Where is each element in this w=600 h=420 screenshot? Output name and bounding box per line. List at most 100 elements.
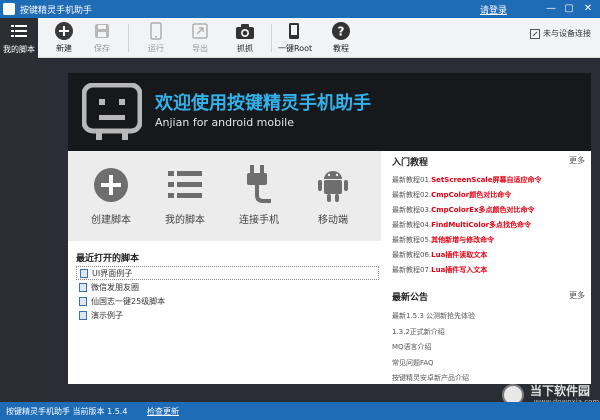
quick-actions: 创建脚本 我的脚本 连接手机 移动端 <box>68 151 381 241</box>
tutorial-prefix: 最新教程07. <box>392 266 432 274</box>
announcement-link[interactable]: 常见问题FAQ <box>392 356 587 372</box>
tutorial-text: SetScreenScale屏幕自适应命令 <box>431 176 542 184</box>
create-script-label: 创建脚本 <box>91 215 131 226</box>
connect-phone-button[interactable]: 连接手机 <box>224 165 294 226</box>
mobile-button[interactable]: 移动端 <box>298 165 368 226</box>
plus-circle-icon <box>94 168 128 202</box>
export-icon <box>192 23 208 39</box>
script-file-icon <box>79 296 87 306</box>
my-scripts-label: 我的脚本 <box>165 215 205 226</box>
list-item-label: 仙国志一键25级脚本 <box>91 296 166 306</box>
banner-subtitle: Anjian for android mobile <box>155 116 294 129</box>
title-bar: 按键精灵手机助手 请登录 — ▢ ✕ <box>0 0 600 18</box>
list-item-label: UI界面例子 <box>92 268 133 278</box>
device-link-icon <box>530 28 540 39</box>
mobile-label: 移动端 <box>318 215 348 226</box>
minimize-button[interactable]: — <box>544 2 558 16</box>
announcement-link[interactable]: 1.3.2正式新介绍 <box>392 325 587 341</box>
capture-button[interactable]: 抓抓 <box>229 22 261 56</box>
tutorial-link[interactable]: 最新教程03.CmpColorEx多点颜色对比命令 <box>392 203 587 218</box>
script-file-icon <box>79 310 87 320</box>
list-item[interactable]: UI界面例子 <box>76 266 379 280</box>
status-bar: 按键精灵手机助手 当前版本 1.5.4 检查更新 <box>0 402 600 420</box>
export-button[interactable]: 导出 <box>184 22 216 56</box>
run-button-label: 运行 <box>148 44 164 53</box>
app-logo-icon <box>3 3 15 15</box>
sidebar-item-label: 我的脚本 <box>3 45 35 54</box>
tutorial-prefix: 最新教程05. <box>392 236 432 244</box>
list-item[interactable]: 演示例子 <box>76 308 379 322</box>
recent-scripts-title: 最近打开的脚本 <box>76 254 140 264</box>
announcements-title: 最新公告 <box>392 293 429 303</box>
usb-cable-icon <box>247 165 271 203</box>
tutorial-link[interactable]: 最新教程02.CmpColor颜色对比命令 <box>392 188 587 203</box>
list-icon <box>168 171 202 198</box>
toolbar: 新建 保存 运行 导出 抓抓 一键Root ? 教程 未与设备连接 <box>38 18 600 58</box>
tutorial-prefix: 最新教程03. <box>392 206 432 214</box>
tutorial-link[interactable]: 最新教程07.Lua插件写入文本 <box>392 263 587 278</box>
tutorial-link[interactable]: 最新教程01.SetScreenScale屏幕自适应命令 <box>392 173 587 188</box>
root-icon <box>289 23 299 39</box>
run-icon <box>150 22 162 40</box>
sidebar-item-my-scripts[interactable]: 我的脚本 <box>0 24 38 55</box>
app-title: 按键精灵手机助手 <box>20 6 93 16</box>
list-item-label: 演示例子 <box>91 310 123 320</box>
tutorial-text: 其他新增与修改命令 <box>431 236 495 244</box>
list-item-label: 微信发朋友圈 <box>91 282 139 292</box>
announcements-list: 最新1.5.3 公测新抢先体验 1.3.2正式新介绍 MQ语言介绍 常见问题FA… <box>392 309 587 387</box>
capture-button-label: 抓抓 <box>237 44 253 53</box>
list-item[interactable]: 微信发朋友圈 <box>76 280 379 294</box>
close-button[interactable]: ✕ <box>581 2 595 16</box>
tutorials-list: 最新教程01.SetScreenScale屏幕自适应命令 最新教程02.CmpC… <box>392 173 587 278</box>
script-file-icon <box>79 282 87 292</box>
version-text: 按键精灵手机助手 当前版本 1.5.4 <box>6 407 128 416</box>
tutorials-title: 入门教程 <box>392 158 429 168</box>
tutorial-text: Lua插件读取文本 <box>431 251 488 259</box>
recent-scripts-list: UI界面例子 微信发朋友圈 仙国志一键25级脚本 演示例子 <box>76 266 379 322</box>
android-icon <box>318 171 348 202</box>
tutorial-text: FindMultiColor多点找色命令 <box>431 221 532 229</box>
tutorial-link[interactable]: 最新教程06.Lua插件读取文本 <box>392 248 587 263</box>
tutorial-button[interactable]: ? 教程 <box>325 22 357 56</box>
announcement-link[interactable]: 最新1.5.3 公测新抢先体验 <box>392 309 587 325</box>
tutorial-button-label: 教程 <box>333 44 349 53</box>
tutorial-prefix: 最新教程02. <box>392 191 432 199</box>
sidebar: 我的脚本 <box>0 18 38 402</box>
my-scripts-button[interactable]: 我的脚本 <box>150 165 220 226</box>
save-button[interactable]: 保存 <box>86 22 118 56</box>
announcements-more-link[interactable]: 更多 <box>569 290 585 301</box>
run-button[interactable]: 运行 <box>140 22 172 56</box>
announcement-link[interactable]: MQ语言介绍 <box>392 340 587 356</box>
connection-status[interactable]: 未与设备连接 <box>530 28 591 39</box>
menu-list-icon <box>11 25 27 37</box>
tutorial-link[interactable]: 最新教程04.FindMultiColor多点找色命令 <box>392 218 587 233</box>
maximize-button[interactable]: ▢ <box>562 2 576 16</box>
tutorial-link[interactable]: 最新教程05.其他新增与修改命令 <box>392 233 587 248</box>
plus-icon <box>55 22 73 40</box>
toolbar-divider <box>128 24 129 52</box>
tutorial-prefix: 最新教程01. <box>392 176 432 184</box>
tutorials-more-link[interactable]: 更多 <box>569 155 585 166</box>
save-icon <box>95 24 109 38</box>
script-file-icon <box>80 268 88 278</box>
login-link[interactable]: 请登录 <box>480 3 507 16</box>
welcome-banner: 欢迎使用按键精灵手机助手 Anjian for android mobile <box>68 73 591 151</box>
new-button[interactable]: 新建 <box>48 22 80 56</box>
robot-logo-icon <box>82 83 142 140</box>
list-item[interactable]: 仙国志一键25级脚本 <box>76 294 379 308</box>
camera-icon <box>236 23 254 39</box>
watermark-text: 当下软件园 <box>530 384 591 398</box>
create-script-button[interactable]: 创建脚本 <box>76 165 146 226</box>
one-click-root-button[interactable]: 一键Root <box>278 22 313 56</box>
connection-status-text: 未与设备连接 <box>543 29 591 38</box>
connect-phone-label: 连接手机 <box>239 215 279 226</box>
tutorial-prefix: 最新教程06. <box>392 251 432 259</box>
new-button-label: 新建 <box>56 44 72 53</box>
tutorial-text: Lua插件写入文本 <box>431 266 488 274</box>
check-update-link[interactable]: 检查更新 <box>147 406 179 417</box>
svg-text:?: ? <box>338 25 345 39</box>
one-click-root-label: 一键Root <box>278 44 313 53</box>
help-icon: ? <box>332 22 350 40</box>
tutorial-prefix: 最新教程04. <box>392 221 432 229</box>
banner-title: 欢迎使用按键精灵手机助手 <box>155 93 371 114</box>
